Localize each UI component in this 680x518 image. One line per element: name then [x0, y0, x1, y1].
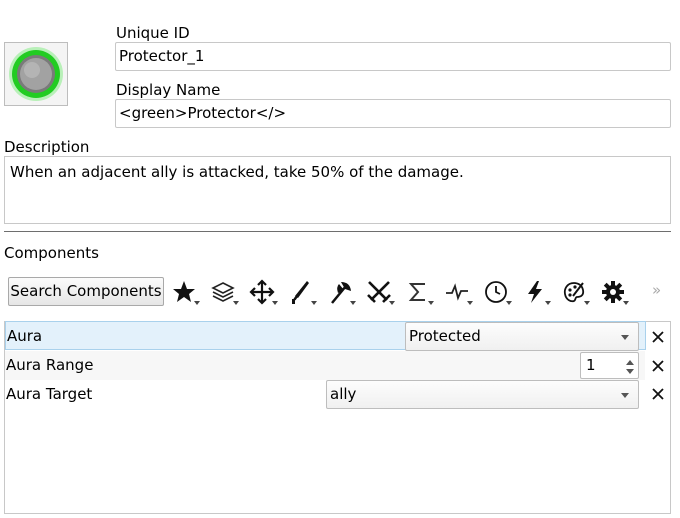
gear-icon[interactable]: [597, 275, 631, 309]
crossed-swords-icon[interactable]: [363, 275, 397, 309]
description-textarea[interactable]: When an adjacent ally is attacked, take …: [4, 156, 671, 224]
component-icon-preview[interactable]: [4, 42, 68, 106]
component-name-aura-target: Aura Target: [6, 385, 93, 403]
remove-aura-icon[interactable]: [650, 329, 666, 345]
description-label: Description: [4, 138, 90, 156]
chevron-down-icon: [621, 393, 629, 398]
aura-target-select-value: ally: [330, 385, 357, 403]
unique-id-input[interactable]: Protector_1: [115, 42, 671, 71]
sword-icon[interactable]: [285, 275, 319, 309]
component-row-aura-range[interactable]: Aura Range: [5, 351, 645, 380]
pulse-icon[interactable]: [441, 275, 475, 309]
palette-icon[interactable]: [558, 275, 592, 309]
sigma-icon[interactable]: [402, 275, 436, 309]
chevron-down-icon: [621, 335, 629, 340]
unique-id-label: Unique ID: [116, 24, 190, 42]
aura-target-select[interactable]: ally: [326, 380, 639, 409]
spin-up-icon[interactable]: [626, 360, 634, 365]
aura-range-value: 1: [586, 356, 596, 374]
protector-shield-icon: [9, 47, 63, 101]
display-name-label: Display Name: [116, 81, 221, 99]
axe-icon[interactable]: [324, 275, 358, 309]
display-name-input[interactable]: <green>Protector</>: [115, 99, 671, 128]
star-icon[interactable]: [168, 275, 202, 309]
remove-aura-range-icon[interactable]: [650, 358, 666, 374]
move-arrows-icon[interactable]: [246, 275, 280, 309]
component-name-aura-range: Aura Range: [6, 356, 94, 374]
aura-range-spinbox[interactable]: 1: [580, 352, 639, 379]
component-name-aura: Aura: [7, 327, 43, 345]
aura-select[interactable]: Protected: [405, 322, 639, 351]
layers-icon[interactable]: [207, 275, 241, 309]
lightning-icon[interactable]: [519, 275, 553, 309]
toolbar-overflow-icon[interactable]: »: [652, 281, 661, 299]
clock-icon[interactable]: [480, 275, 514, 309]
search-components-button[interactable]: Search Components: [8, 277, 164, 306]
components-label: Components: [4, 244, 99, 262]
aura-select-value: Protected: [409, 327, 481, 345]
remove-aura-target-icon[interactable]: [650, 386, 666, 402]
section-divider: [4, 231, 671, 232]
spin-down-icon[interactable]: [626, 369, 634, 374]
